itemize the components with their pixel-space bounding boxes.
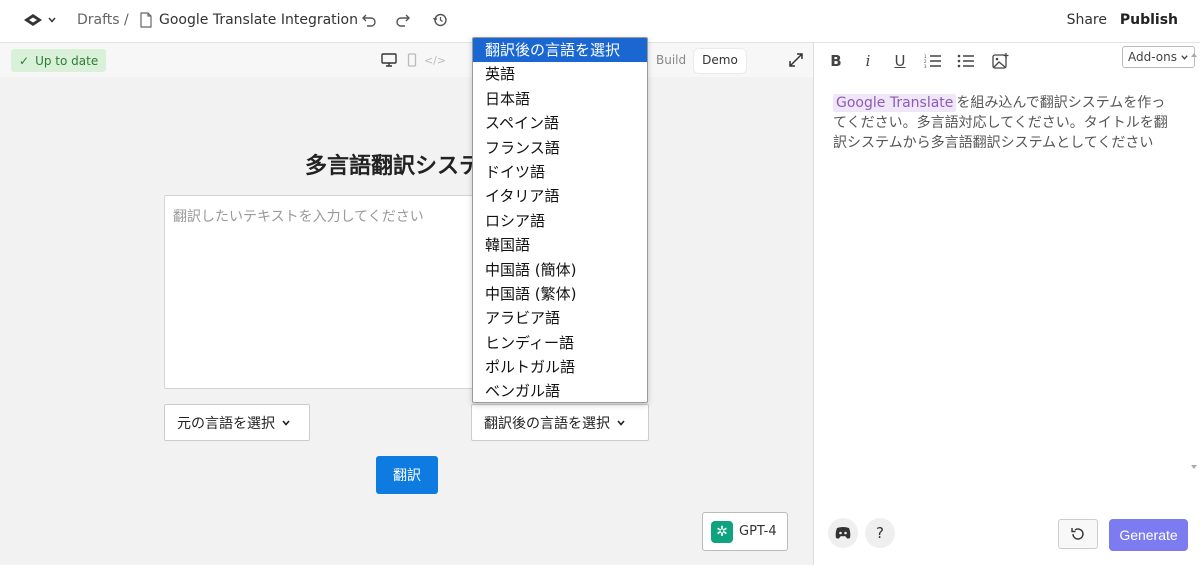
dropdown-option[interactable]: 韓国語	[473, 233, 647, 257]
dropdown-option[interactable]: ヒンディー語	[473, 331, 647, 355]
chevron-down-icon	[1181, 54, 1188, 60]
app-logo-menu[interactable]	[22, 11, 57, 29]
source-language-select[interactable]: 元の言語を選択	[164, 404, 310, 441]
underline-icon[interactable]: U	[890, 51, 910, 71]
code-view-icon[interactable]: </>	[424, 51, 446, 69]
dropdown-option[interactable]: 翻訳後の言語を選択	[473, 38, 647, 63]
dropdown-option[interactable]: ベンガル語	[473, 379, 647, 402]
desktop-view-icon[interactable]	[380, 51, 398, 69]
share-button[interactable]: Share	[1067, 12, 1107, 28]
dropdown-option[interactable]: 英語	[473, 62, 647, 86]
addons-label: Add-ons	[1128, 50, 1177, 64]
target-language-value: 翻訳後の言語を選択	[484, 415, 610, 432]
bold-icon[interactable]: B	[826, 51, 846, 71]
help-icon[interactable]: ?	[865, 518, 895, 548]
chevron-down-icon	[617, 419, 625, 426]
ordered-list-icon[interactable]: 123	[923, 51, 943, 71]
dropdown-option[interactable]: ドイツ語	[473, 160, 647, 184]
publish-button[interactable]: Publish	[1120, 12, 1178, 28]
language-dropdown-list: 翻訳後の言語を選択 英語 日本語 スペイン語 フランス語 ドイツ語 イタリア語 …	[472, 37, 648, 403]
dropdown-option[interactable]: ロシア語	[473, 209, 647, 233]
dropdown-option[interactable]: 日本語	[473, 87, 647, 111]
dropdown-option[interactable]: 中国語 (簡体)	[473, 258, 647, 282]
check-icon: ✓	[19, 53, 30, 68]
model-selector[interactable]: ✲ GPT-4	[702, 512, 788, 551]
discord-icon[interactable]	[828, 518, 858, 548]
add-image-icon[interactable]	[991, 51, 1011, 71]
editor-footer: ? Generate	[814, 513, 1200, 566]
bullet-list-icon[interactable]	[956, 51, 976, 71]
openai-icon: ✲	[711, 520, 733, 543]
reset-button[interactable]	[1058, 519, 1098, 549]
redo-icon[interactable]	[394, 11, 412, 29]
generate-button[interactable]: Generate	[1109, 519, 1188, 551]
status-label: Up to date	[35, 53, 99, 68]
scrollbar[interactable]	[1190, 51, 1198, 471]
prompt-editor-panel: B i U 123 Add-ons Google Translate を組み込んで…	[813, 42, 1200, 566]
prompt-text[interactable]: Google Translate を組み込んで翻訳システムを作ってください。多言語…	[833, 93, 1173, 153]
addons-dropdown[interactable]: Add-ons	[1122, 46, 1195, 68]
addon-tag[interactable]: Google Translate	[833, 94, 957, 112]
svg-text:3: 3	[924, 64, 927, 68]
mode-toggle: Build Demo	[648, 49, 746, 73]
document-title[interactable]: Google Translate Integration	[159, 12, 358, 28]
chevron-down-icon	[48, 17, 56, 23]
italic-icon[interactable]: i	[858, 51, 878, 71]
model-label: GPT-4	[739, 524, 777, 539]
dropdown-option[interactable]: イタリア語	[473, 184, 647, 208]
breadcrumb-separator: /	[124, 12, 129, 28]
preview-panel: ✓ Up to date </> Build Demo 多言語翻訳システム 元の…	[0, 42, 813, 565]
logo-icon	[24, 14, 42, 26]
dropdown-option[interactable]: アラビア語	[473, 306, 647, 330]
history-icon[interactable]	[431, 11, 449, 29]
preview-toolbar: ✓ Up to date </> Build Demo	[0, 43, 813, 77]
mobile-view-icon[interactable]	[403, 51, 421, 69]
document-icon	[137, 11, 155, 29]
target-language-select[interactable]: 翻訳後の言語を選択	[471, 404, 649, 441]
chevron-down-icon	[282, 419, 290, 426]
reset-icon	[1071, 528, 1084, 540]
dropdown-option[interactable]: フランス語	[473, 136, 647, 160]
undo-icon[interactable]	[360, 11, 378, 29]
dropdown-option[interactable]: ポルトガル語	[473, 355, 647, 379]
status-badge: ✓ Up to date	[11, 49, 107, 72]
dropdown-option[interactable]: スペイン語	[473, 111, 647, 135]
source-language-value: 元の言語を選択	[177, 415, 275, 432]
dropdown-option[interactable]: 中国語 (繁体)	[473, 282, 647, 306]
mode-build[interactable]: Build	[648, 49, 694, 73]
translate-button[interactable]: 翻訳	[376, 456, 438, 494]
top-bar: Drafts / Google Translate Integration Sh…	[0, 0, 1200, 42]
mode-demo[interactable]: Demo	[694, 49, 746, 73]
breadcrumb-drafts[interactable]: Drafts	[77, 12, 120, 28]
expand-icon[interactable]	[787, 51, 805, 69]
